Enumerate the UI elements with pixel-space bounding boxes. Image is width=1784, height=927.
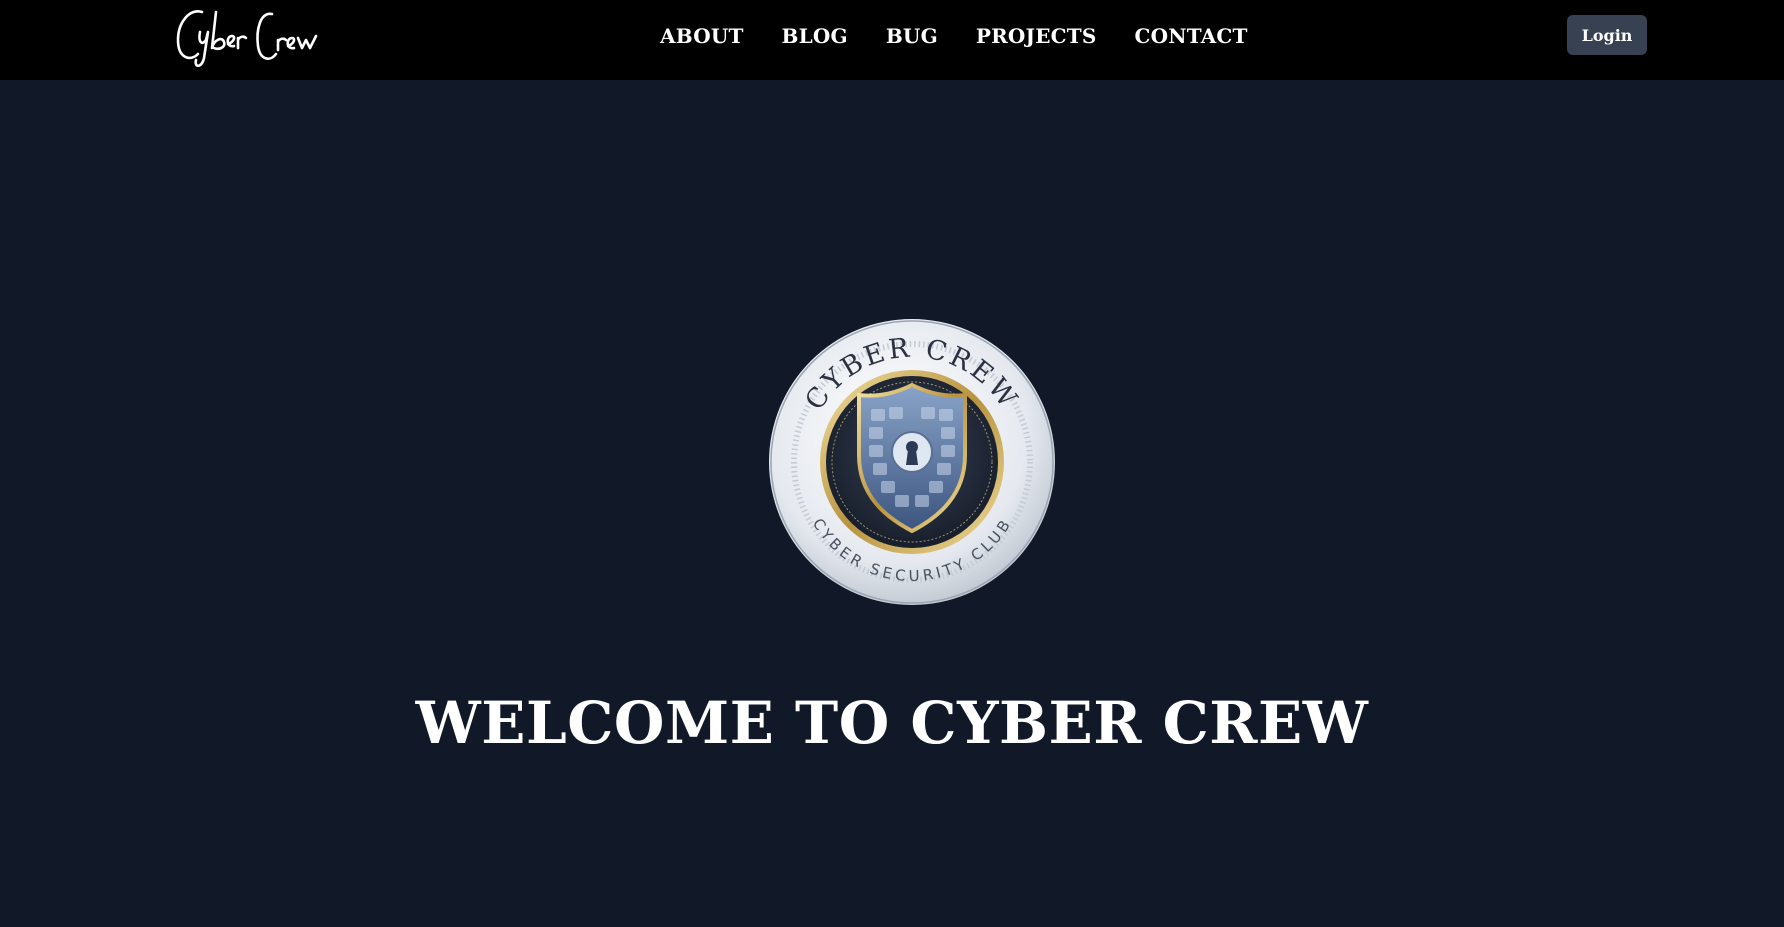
club-emblem: CYBER CREW CYBER SECURITY CLUB xyxy=(769,319,1055,605)
nav-bug[interactable]: BUG xyxy=(886,24,938,48)
nav-projects[interactable]: PROJECTS xyxy=(976,24,1097,48)
main-nav: ABOUT BLOG BUG PROJECTS CONTACT xyxy=(660,0,1286,72)
top-navbar: ABOUT BLOG BUG PROJECTS CONTACT Login xyxy=(0,0,1784,80)
nav-blog[interactable]: BLOG xyxy=(782,24,848,48)
login-button[interactable]: Login xyxy=(1567,15,1647,55)
page-title: WELCOME TO CYBER CREW xyxy=(415,689,1369,757)
nav-contact[interactable]: CONTACT xyxy=(1135,24,1248,48)
brand-logo[interactable] xyxy=(172,2,332,72)
nav-about[interactable]: ABOUT xyxy=(660,24,744,48)
